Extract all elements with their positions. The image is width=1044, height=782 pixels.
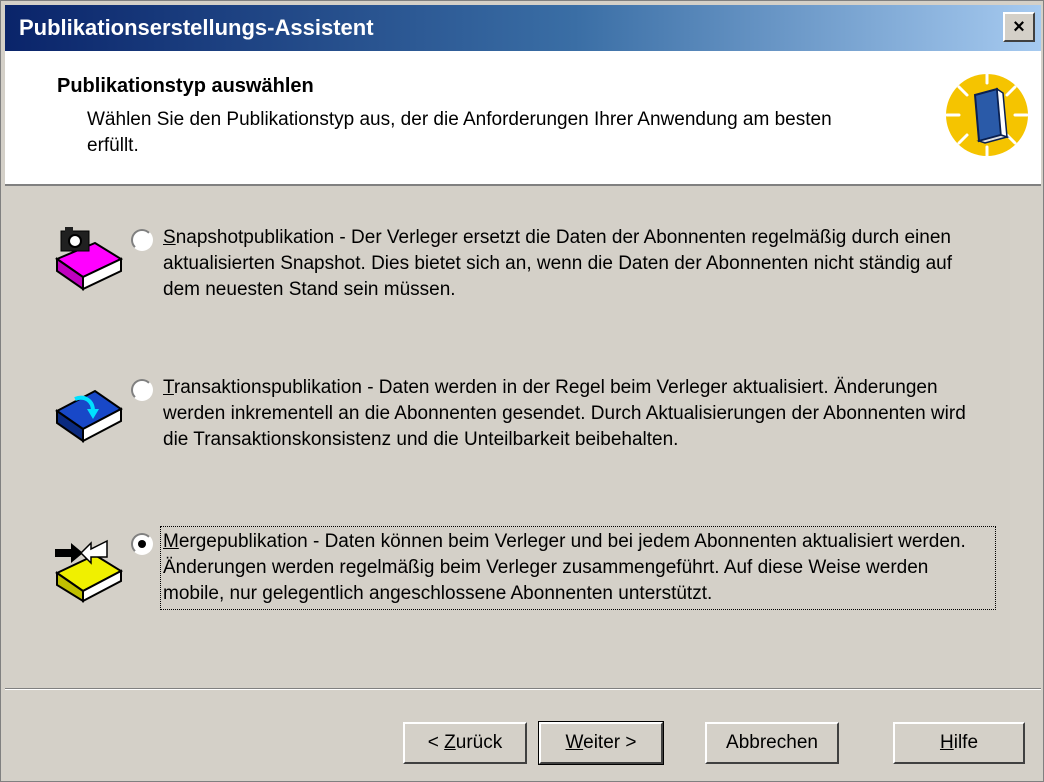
next-label: eiter > bbox=[583, 732, 637, 753]
close-button[interactable]: × bbox=[1003, 12, 1035, 42]
back-label: urück bbox=[455, 732, 503, 753]
option-transaction: Transaktionspublikation - Daten werden i… bbox=[1, 375, 1044, 455]
window-title: Publikationserstellungs-Assistent bbox=[19, 15, 374, 40]
cancel-button[interactable]: Abbrechen bbox=[705, 722, 839, 764]
next-accel: W bbox=[565, 732, 584, 753]
back-button[interactable]: < Zurück bbox=[403, 722, 527, 764]
wizard-header: Publikationstyp auswählen Wählen Sie den… bbox=[5, 51, 1041, 186]
merge-description: ergepublikation - Daten können beim Verl… bbox=[163, 531, 966, 604]
back-accel: Z bbox=[444, 732, 456, 753]
help-accel: H bbox=[939, 732, 954, 753]
snapshot-accel: S bbox=[163, 227, 176, 248]
next-button[interactable]: Weiter > bbox=[538, 721, 664, 765]
snapshot-book-icon bbox=[54, 227, 124, 291]
transaction-description: ransaktionspublikation - Daten werden in… bbox=[163, 377, 966, 450]
title-bar[interactable]: Publikationserstellungs-Assistent × bbox=[5, 5, 1041, 51]
snapshot-option-label[interactable]: Snapshotpublikation - Der Verleger erset… bbox=[163, 225, 993, 303]
merge-accel: M bbox=[163, 531, 179, 552]
transaction-accel: T bbox=[163, 377, 174, 398]
merge-book-icon bbox=[55, 539, 124, 603]
radio-selected-dot bbox=[138, 540, 146, 548]
merge-radio[interactable] bbox=[131, 533, 153, 555]
wizard-window: Publikationserstellungs-Assistent × Publ… bbox=[0, 0, 1044, 782]
page-title: Publikationstyp auswählen bbox=[57, 75, 314, 97]
option-snapshot: Snapshotpublikation - Der Verleger erset… bbox=[1, 225, 1044, 305]
help-label: ilfe bbox=[953, 732, 979, 753]
merge-option-label[interactable]: Mergepublikation - Daten können beim Ver… bbox=[160, 526, 996, 610]
option-merge: Mergepublikation - Daten können beim Ver… bbox=[1, 526, 1044, 610]
back-prefix: < bbox=[427, 732, 445, 753]
snapshot-description: napshotpublikation - Der Verleger ersetz… bbox=[163, 227, 953, 300]
snapshot-radio[interactable] bbox=[131, 229, 153, 251]
transaction-book-icon bbox=[55, 389, 123, 443]
help-button[interactable]: Hilfe bbox=[893, 722, 1025, 764]
page-description: Wählen Sie den Publikationstyp aus, der … bbox=[87, 109, 832, 156]
publication-book-icon bbox=[945, 69, 1029, 161]
transaction-option-label[interactable]: Transaktionspublikation - Daten werden i… bbox=[163, 375, 993, 453]
transaction-radio[interactable] bbox=[131, 379, 153, 401]
footer-separator bbox=[5, 688, 1041, 690]
